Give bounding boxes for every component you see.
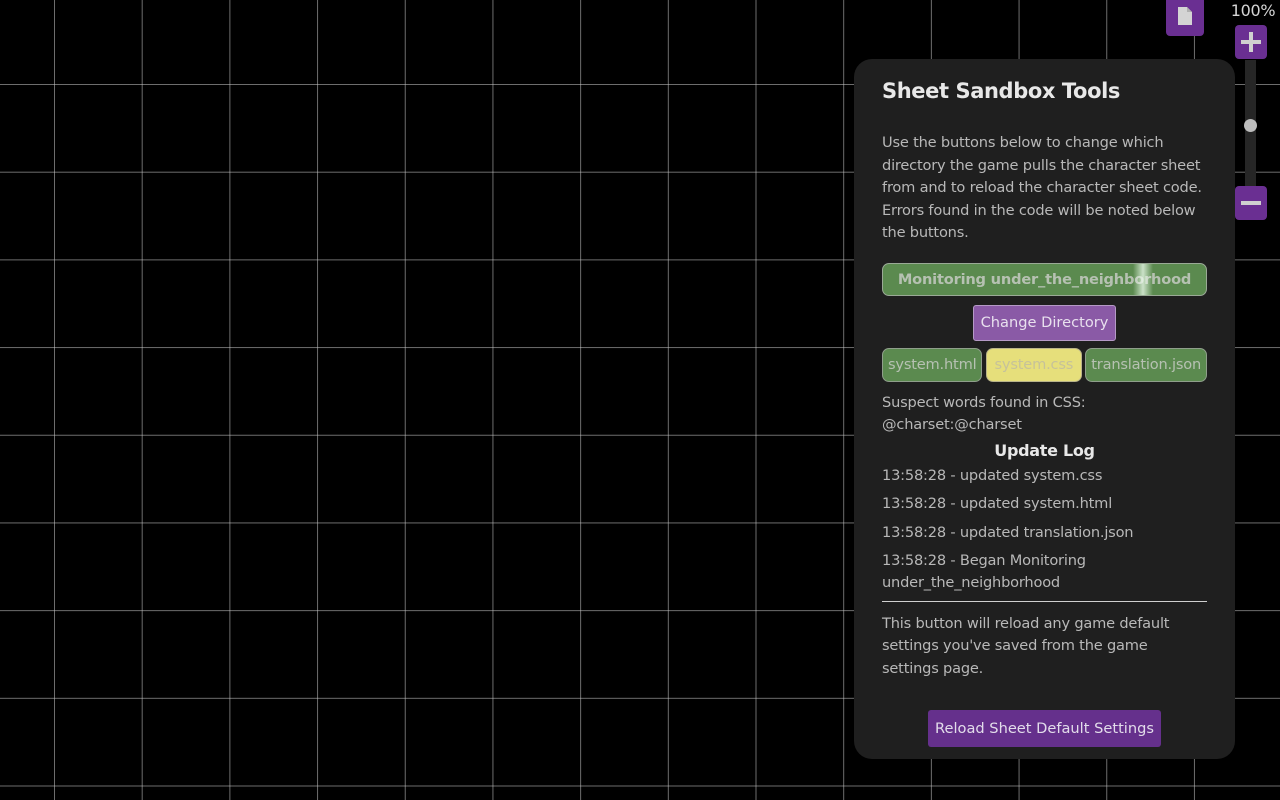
zoom-level-label: 100%	[1230, 1, 1276, 20]
document-icon	[1178, 7, 1192, 25]
update-log: 13:58:28 - updated system.css 13:58:28 -…	[882, 465, 1207, 595]
file-button-translation-json[interactable]: translation.json	[1085, 347, 1207, 382]
update-log-title: Update Log	[994, 440, 1095, 460]
suspect-words-notice: Suspect words found in CSS: @charset:@ch…	[882, 392, 1207, 436]
reload-description: This button will reload any game default…	[882, 614, 1170, 677]
suspect-words: @charset:@charset	[882, 415, 1022, 433]
character-sheet-button[interactable]	[1166, 0, 1204, 36]
file-status-row: system.html system.css translation.json	[882, 347, 1207, 382]
divider	[882, 600, 1207, 602]
intro-text: Use the buttons below to change which di…	[882, 134, 1202, 241]
log-entry: 13:58:28 - updated system.css	[882, 466, 1103, 484]
panel-title: Sheet Sandbox Tools	[882, 79, 1120, 103]
file-button-system-html[interactable]: system.html	[882, 347, 983, 382]
zoom-out-button[interactable]	[1235, 186, 1267, 220]
monitoring-status-button[interactable]: Monitoring under_the_neighborhood	[882, 262, 1207, 296]
zoom-slider-thumb[interactable]	[1244, 118, 1257, 132]
zoom-in-button[interactable]	[1235, 25, 1267, 59]
log-entry: 13:58:28 - Began Monitoring under_the_ne…	[882, 552, 1086, 592]
log-entry: 13:58:28 - updated translation.json	[882, 523, 1134, 541]
file-button-system-css[interactable]: system.css	[985, 347, 1083, 382]
suspect-heading: Suspect words found in CSS:	[882, 393, 1086, 411]
change-directory-button[interactable]: Change Directory	[972, 304, 1117, 341]
shimmer-highlight	[1133, 263, 1153, 295]
sheet-sandbox-panel: Sheet Sandbox Tools Use the buttons belo…	[854, 59, 1235, 759]
reload-sheet-defaults-button[interactable]: Reload Sheet Default Settings	[928, 709, 1161, 747]
log-entry: 13:58:28 - updated system.html	[882, 495, 1113, 513]
